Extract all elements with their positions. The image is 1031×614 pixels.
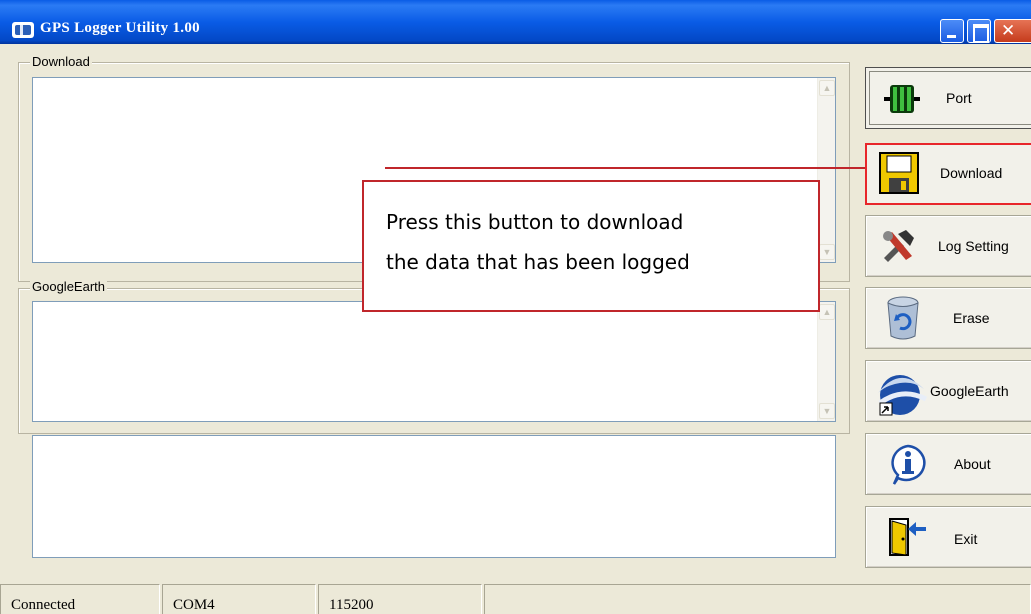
googleearth-button[interactable]: GoogleEarth (865, 360, 1031, 422)
port-connector-icon (884, 82, 920, 116)
window-title: GPS Logger Utility 1.00 (40, 20, 200, 36)
port-button[interactable]: Port (865, 67, 1031, 129)
scroll-down-arrow-icon[interactable]: ▼ (819, 244, 835, 260)
close-button[interactable] (994, 19, 1031, 43)
about-button[interactable]: About (865, 433, 1031, 495)
scroll-up-arrow-icon[interactable]: ▲ (819, 80, 835, 96)
status-extra (484, 584, 1031, 614)
info-icon (888, 444, 928, 486)
minimize-button[interactable] (940, 19, 964, 43)
scroll-down-arrow-icon[interactable]: ▼ (819, 403, 835, 419)
satellite-dish-icon[interactable] (12, 22, 34, 38)
status-bar: Connected COM4 115200 (0, 582, 1031, 614)
maximize-button[interactable] (967, 19, 991, 43)
googleearth-group-label: GoogleEarth (30, 279, 107, 294)
floppy-disk-icon (879, 152, 919, 194)
download-button[interactable]: Download (865, 143, 1031, 205)
status-port: COM4 (162, 584, 316, 614)
tools-icon (880, 228, 916, 264)
message-textarea[interactable] (32, 435, 836, 558)
erase-button-label: Erase (953, 310, 990, 326)
exit-door-icon (888, 517, 928, 557)
callout-line-2: the data that has been logged (386, 250, 690, 274)
callout-line-1: Press this button to download (386, 210, 684, 234)
log-setting-button-label: Log Setting (938, 238, 1009, 254)
about-button-label: About (954, 456, 991, 472)
title-bar: GPS Logger Utility 1.00 (0, 0, 1031, 44)
download-button-label: Download (940, 165, 1003, 181)
port-button-label: Port (946, 90, 972, 106)
download-group-label: Download (30, 54, 92, 69)
googleearth-button-label: GoogleEarth (930, 383, 1009, 399)
callout-pointer-line (385, 167, 865, 169)
scroll-up-arrow-icon[interactable]: ▲ (819, 304, 835, 320)
exit-button[interactable]: Exit (865, 506, 1031, 568)
log-setting-button[interactable]: Log Setting (865, 215, 1031, 277)
callout-box: Press this button to download the data t… (362, 180, 820, 312)
status-connection: Connected (0, 584, 160, 614)
googleearth-textarea[interactable] (32, 301, 836, 422)
recycle-bin-icon (886, 296, 920, 340)
callout-text: Press this button to download the data t… (386, 202, 816, 282)
exit-button-label: Exit (954, 531, 978, 547)
googleearth-icon (874, 367, 928, 417)
erase-button[interactable]: Erase (865, 287, 1031, 349)
status-baud-rate: 115200 (318, 584, 482, 614)
googleearth-scrollbar[interactable]: ▲ ▼ (817, 302, 835, 421)
